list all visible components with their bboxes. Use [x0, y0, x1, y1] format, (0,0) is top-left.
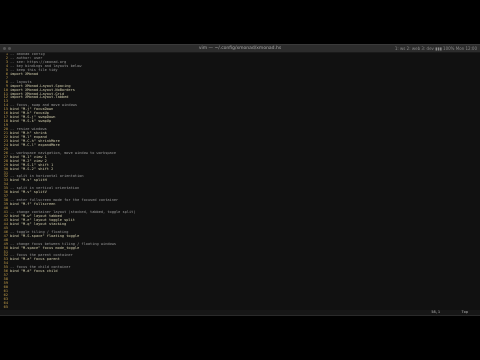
terminal-window[interactable]: vim — ~/.config/xmonad/xmonad.hs 1: ws 2… [0, 44, 480, 316]
desktop-background: vim — ~/.config/xmonad/xmonad.hs 1: ws 2… [0, 0, 480, 360]
window-titlebar[interactable]: vim — ~/.config/xmonad/xmonad.hs 1: ws 2… [0, 45, 480, 53]
tray-status: 1: ws 2: web 3: dev ▮▮▮ 100% Mon 12:00 [394, 46, 477, 51]
editor-buffer[interactable]: 1 -- xmonad config 2 -- author: user 3 -- see… [0, 53, 480, 313]
scroll-indicator: Top [461, 310, 469, 314]
status-bar: 58,1 Top [0, 310, 480, 315]
cursor-position: 58,1 [431, 310, 440, 314]
